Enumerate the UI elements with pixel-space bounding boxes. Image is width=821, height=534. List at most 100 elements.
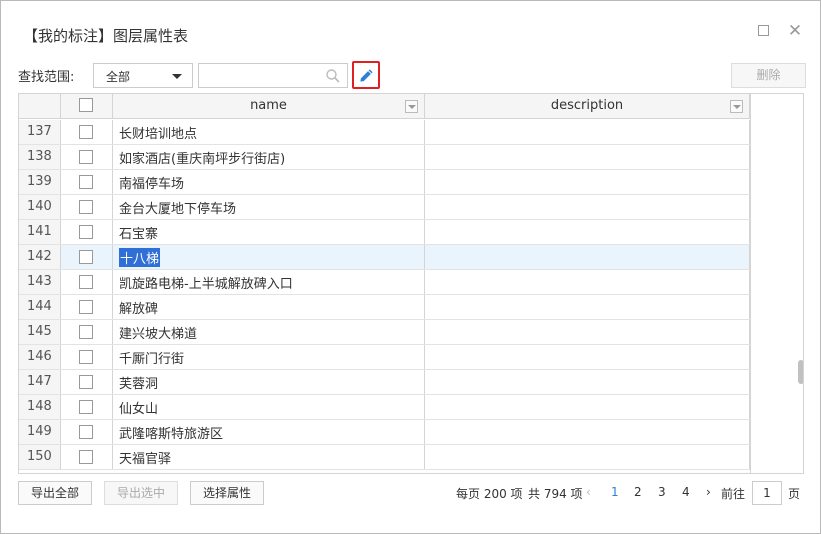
name-cell[interactable]: 千厮门行街 (113, 345, 425, 369)
table-row[interactable]: 148 仙女山 (19, 395, 750, 420)
prev-page-icon[interactable]: ‹ (586, 485, 591, 499)
row-number: 142 (19, 245, 61, 269)
table-row[interactable]: 145 建兴坡大梯道 (19, 320, 750, 345)
goto-page-input[interactable]: 1 (752, 481, 782, 505)
description-cell[interactable] (425, 195, 750, 219)
description-cell[interactable] (425, 245, 750, 269)
name-cell-text: 十八梯 (119, 248, 161, 267)
description-cell[interactable] (425, 370, 750, 394)
row-checkbox-cell (61, 195, 113, 219)
page-3[interactable]: 3 (658, 485, 666, 499)
row-checkbox[interactable] (79, 200, 93, 214)
name-cell[interactable]: 武隆喀斯特旅游区 (113, 420, 425, 444)
scope-select-value: 全部 (106, 70, 131, 84)
table-row[interactable]: 142 十八梯 (19, 245, 750, 270)
close-icon[interactable]: ✕ (787, 23, 803, 40)
name-cell[interactable]: 长财培训地点 (113, 120, 425, 144)
row-checkbox[interactable] (79, 150, 93, 164)
name-cell[interactable]: 凯旋路电梯-上半城解放碑入口 (113, 270, 425, 294)
table-row[interactable]: 139 南福停车场 (19, 170, 750, 195)
column-menu-icon[interactable] (405, 100, 418, 113)
next-page-icon[interactable]: › (706, 485, 711, 499)
pencil-icon (360, 69, 373, 82)
column-menu-icon[interactable] (730, 100, 743, 113)
column-header-description[interactable]: description (425, 94, 750, 118)
search-input[interactable] (203, 64, 323, 87)
description-cell[interactable] (425, 320, 750, 344)
row-number: 143 (19, 270, 61, 294)
page-1[interactable]: 1 (611, 485, 619, 499)
row-checkbox[interactable] (79, 300, 93, 314)
table-row[interactable]: 138 如家酒店(重庆南坪步行街店) (19, 145, 750, 170)
row-checkbox[interactable] (79, 450, 93, 464)
name-cell[interactable]: 十八梯 (113, 245, 425, 269)
name-cell[interactable]: 天福官驿 (113, 445, 425, 469)
search-icon[interactable] (325, 68, 341, 84)
table-row[interactable]: 150 天福官驿 (19, 445, 750, 470)
select-all-checkbox[interactable] (79, 98, 93, 112)
description-cell[interactable] (425, 220, 750, 244)
table-row[interactable]: 140 金台大厦地下停车场 (19, 195, 750, 220)
column-header-name[interactable]: name (113, 94, 425, 118)
name-cell-text: 建兴坡大梯道 (119, 327, 198, 342)
column-name-label: name (250, 98, 287, 113)
table-row[interactable]: 137 长财培训地点 (19, 120, 750, 145)
table-row[interactable]: 149 武隆喀斯特旅游区 (19, 420, 750, 445)
dialog-title: 【我的标注】图层属性表 (23, 27, 189, 45)
delete-button[interactable]: 删除 (731, 63, 806, 88)
row-checkbox[interactable] (79, 275, 93, 289)
row-checkbox-cell (61, 345, 113, 369)
maximize-icon[interactable] (756, 23, 772, 39)
name-cell[interactable]: 仙女山 (113, 395, 425, 419)
row-checkbox[interactable] (79, 250, 93, 264)
description-cell[interactable] (425, 420, 750, 444)
table-row[interactable]: 141 石宝寨 (19, 220, 750, 245)
row-checkbox[interactable] (79, 400, 93, 414)
export-all-button[interactable]: 导出全部 (18, 481, 92, 505)
table-row[interactable]: 143 凯旋路电梯-上半城解放碑入口 (19, 270, 750, 295)
edit-button[interactable] (352, 61, 380, 89)
description-cell[interactable] (425, 270, 750, 294)
name-cell-text: 千厮门行街 (119, 352, 185, 367)
page-4[interactable]: 4 (682, 485, 690, 499)
name-cell-text: 如家酒店(重庆南坪步行街店) (119, 152, 286, 167)
row-checkbox[interactable] (79, 225, 93, 239)
description-cell[interactable] (425, 170, 750, 194)
search-box (198, 63, 348, 88)
name-cell[interactable]: 石宝寨 (113, 220, 425, 244)
description-cell[interactable] (425, 295, 750, 319)
name-cell[interactable]: 如家酒店(重庆南坪步行街店) (113, 145, 425, 169)
name-cell[interactable]: 金台大厦地下停车场 (113, 195, 425, 219)
description-cell[interactable] (425, 395, 750, 419)
row-number: 150 (19, 445, 61, 469)
name-cell[interactable]: 芙蓉洞 (113, 370, 425, 394)
vertical-scrollbar[interactable] (750, 94, 803, 473)
description-cell[interactable] (425, 445, 750, 469)
table-row[interactable]: 146 千厮门行街 (19, 345, 750, 370)
description-cell[interactable] (425, 145, 750, 169)
page-2[interactable]: 2 (634, 485, 642, 499)
table-row[interactable]: 147 芙蓉洞 (19, 370, 750, 395)
row-checkbox-cell (61, 295, 113, 319)
goto-label: 前往 (721, 487, 746, 501)
row-checkbox[interactable] (79, 425, 93, 439)
per-page-label[interactable]: 每页 200 项 (456, 485, 523, 502)
table-row[interactable]: 144 解放碑 (19, 295, 750, 320)
description-cell[interactable] (425, 120, 750, 144)
scope-select[interactable]: 全部 (93, 63, 193, 88)
name-cell-text: 长财培训地点 (119, 127, 198, 142)
row-checkbox[interactable] (79, 350, 93, 364)
description-cell[interactable] (425, 345, 750, 369)
row-checkbox[interactable] (79, 175, 93, 189)
row-checkbox[interactable] (79, 125, 93, 139)
row-checkbox-cell (61, 270, 113, 294)
export-selected-button[interactable]: 导出选中 (104, 481, 178, 505)
name-cell[interactable]: 南福停车场 (113, 170, 425, 194)
row-checkbox[interactable] (79, 325, 93, 339)
name-cell[interactable]: 建兴坡大梯道 (113, 320, 425, 344)
name-cell[interactable]: 解放碑 (113, 295, 425, 319)
scrollbar-thumb[interactable] (798, 360, 803, 384)
name-cell-text: 金台大厦地下停车场 (119, 202, 237, 217)
row-checkbox[interactable] (79, 375, 93, 389)
select-attributes-button[interactable]: 选择属性 (190, 481, 264, 505)
